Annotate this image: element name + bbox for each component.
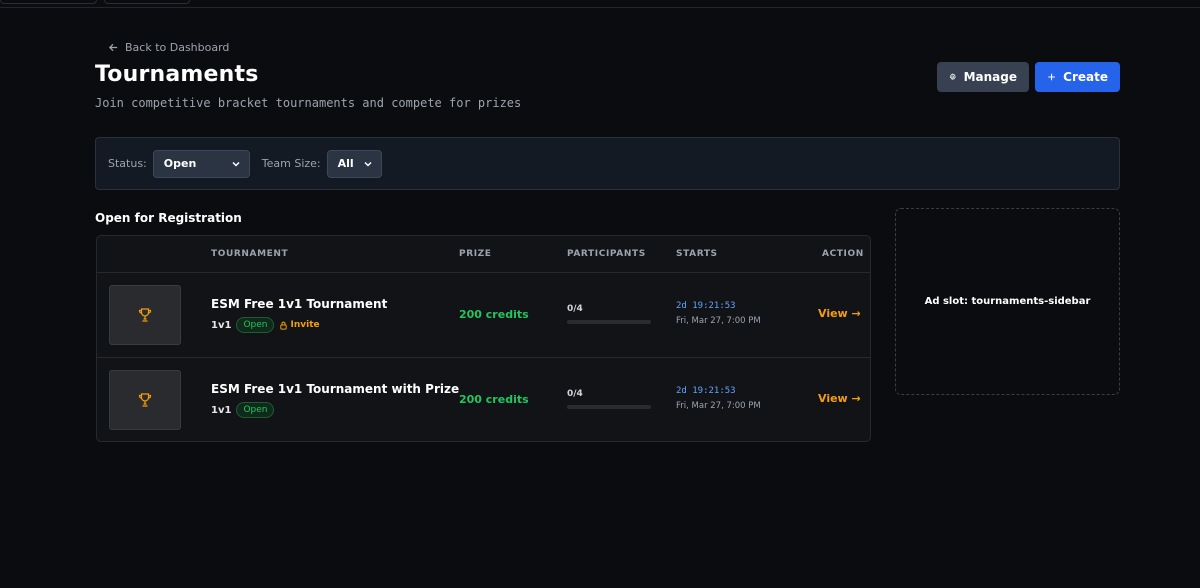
countdown-timer: 2d 19:21:53 bbox=[676, 301, 736, 311]
status-filter-label: Status: bbox=[108, 157, 147, 170]
table-header: TOURNAMENT PRIZE PARTICIPANTS STARTS ACT… bbox=[97, 236, 870, 273]
create-button-label: Create bbox=[1063, 70, 1108, 84]
participants-progress-bar bbox=[567, 320, 651, 324]
invite-badge-label: Invite bbox=[290, 320, 320, 330]
status-select-value: Open bbox=[163, 157, 197, 170]
back-link-label: Back to Dashboard bbox=[125, 40, 230, 54]
participants-cell: 0/4 bbox=[567, 389, 651, 409]
participants-cell: 0/4 bbox=[567, 304, 651, 324]
tournaments-table: TOURNAMENT PRIZE PARTICIPANTS STARTS ACT… bbox=[96, 235, 871, 442]
tournament-thumbnail bbox=[109, 285, 181, 345]
starts-cell: 2d 19:21:53 Fri, Mar 27, 7:00 PM bbox=[676, 301, 761, 326]
plus-icon bbox=[1048, 73, 1055, 81]
column-header-participants: PARTICIPANTS bbox=[567, 249, 646, 259]
participants-count: 0/4 bbox=[567, 304, 583, 314]
tournament-name[interactable]: ESM Free 1v1 Tournament bbox=[211, 297, 387, 311]
starts-cell: 2d 19:21:53 Fri, Mar 27, 7:00 PM bbox=[676, 386, 761, 411]
tournament-meta: 1v1 Open bbox=[211, 402, 275, 418]
prize-value: 200 credits bbox=[459, 393, 529, 406]
gear-icon bbox=[949, 73, 956, 81]
create-button[interactable]: Create bbox=[1035, 62, 1120, 92]
tournament-thumbnail bbox=[109, 370, 181, 430]
browser-tab[interactable] bbox=[104, 0, 190, 4]
table-row[interactable]: ESM Free 1v1 Tournament 1v1 Open Invite … bbox=[97, 273, 870, 358]
invite-badge: Invite bbox=[279, 320, 320, 330]
manage-button-label: Manage bbox=[963, 70, 1017, 84]
countdown-timer: 2d 19:21:53 bbox=[676, 386, 736, 396]
ad-slot: Ad slot: tournaments-sidebar bbox=[895, 208, 1120, 395]
chevron-down-icon bbox=[364, 161, 372, 167]
team-size-filter-label: Team Size: bbox=[261, 157, 321, 170]
team-size-select-value: All bbox=[337, 157, 354, 170]
table-row[interactable]: ESM Free 1v1 Tournament with Prize 1v1 O… bbox=[97, 358, 870, 441]
lock-icon bbox=[280, 321, 288, 330]
column-header-prize: PRIZE bbox=[459, 249, 492, 259]
column-header-action: ACTION bbox=[822, 249, 864, 259]
manage-button[interactable]: Manage bbox=[937, 62, 1029, 92]
status-select[interactable]: Open bbox=[152, 149, 250, 178]
start-date: Fri, Mar 27, 7:00 PM bbox=[676, 401, 761, 411]
page-subtitle: Join competitive bracket tournaments and… bbox=[95, 96, 522, 110]
column-header-starts: STARTS bbox=[676, 249, 718, 259]
trophy-icon bbox=[138, 308, 152, 322]
section-title: Open for Registration bbox=[95, 211, 242, 225]
view-button[interactable]: View → bbox=[818, 307, 861, 320]
view-button[interactable]: View → bbox=[818, 392, 861, 405]
team-size: 1v1 bbox=[211, 404, 232, 416]
participants-progress-bar bbox=[567, 405, 651, 409]
page-title: Tournaments bbox=[95, 62, 259, 87]
team-size-select[interactable]: All bbox=[326, 149, 382, 178]
chevron-down-icon bbox=[232, 161, 240, 167]
team-size: 1v1 bbox=[211, 319, 232, 331]
filter-bar: Status: Open Team Size: All bbox=[95, 137, 1120, 190]
prize-value: 200 credits bbox=[459, 308, 529, 321]
column-header-tournament: TOURNAMENT bbox=[211, 249, 289, 259]
back-to-dashboard-link[interactable]: Back to Dashboard bbox=[108, 39, 229, 55]
ad-slot-label: Ad slot: tournaments-sidebar bbox=[924, 296, 1091, 307]
status-badge: Open bbox=[236, 317, 275, 333]
top-bar bbox=[0, 0, 1200, 8]
tournament-meta: 1v1 Open Invite bbox=[211, 317, 320, 333]
arrow-left-icon bbox=[108, 43, 118, 51]
trophy-icon bbox=[138, 393, 152, 407]
participants-count: 0/4 bbox=[567, 389, 583, 399]
browser-tab[interactable] bbox=[0, 0, 97, 4]
status-badge: Open bbox=[236, 402, 275, 418]
start-date: Fri, Mar 27, 7:00 PM bbox=[676, 316, 761, 326]
tournament-name[interactable]: ESM Free 1v1 Tournament with Prize bbox=[211, 382, 459, 396]
